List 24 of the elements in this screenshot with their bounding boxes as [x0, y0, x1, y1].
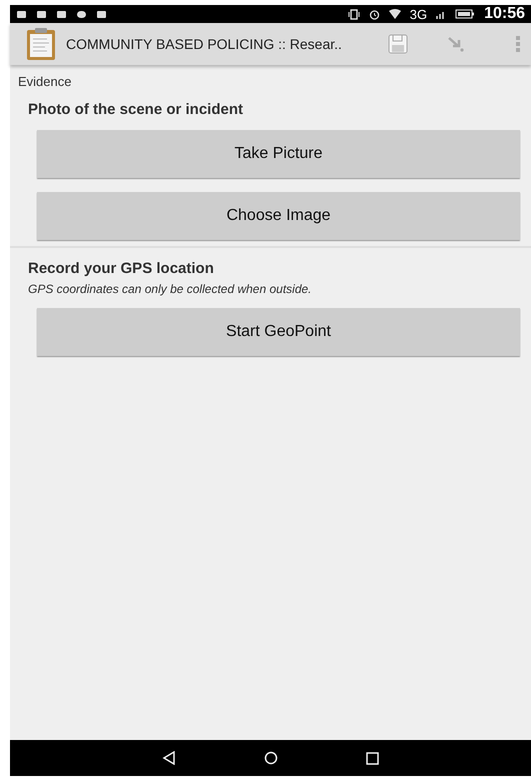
alarm-icon: [368, 8, 380, 20]
signal-icon: [436, 9, 446, 19]
back-icon[interactable]: [162, 751, 176, 765]
app-title: COMMUNITY BASED POLICING :: Resear..: [66, 36, 343, 52]
notification-icon: [96, 8, 107, 20]
home-icon[interactable]: [264, 751, 278, 765]
vibrate-icon: [348, 8, 360, 20]
action-button[interactable]: Take Picture: [37, 130, 520, 178]
clipboard-icon: [24, 27, 58, 61]
action-button[interactable]: Start GeoPoint: [37, 308, 520, 356]
question-label: Photo of the scene or incident: [27, 100, 244, 118]
status-time: 10:56: [484, 5, 525, 23]
wifi-icon: [388, 9, 401, 19]
question-hint: GPS coordinates can only be collected when outside.: [27, 281, 313, 296]
question-label: Record your GPS location: [27, 259, 215, 277]
notification-icon: [76, 8, 87, 20]
battery-icon: [455, 9, 476, 19]
network-type: 3G: [410, 6, 428, 22]
notification-icon: [16, 8, 27, 20]
recents-icon[interactable]: [366, 752, 379, 764]
action-button[interactable]: Choose Image: [37, 192, 520, 240]
notification-icon: [36, 8, 47, 20]
notification-icon: [56, 8, 67, 20]
group-label: Evidence: [17, 73, 72, 89]
